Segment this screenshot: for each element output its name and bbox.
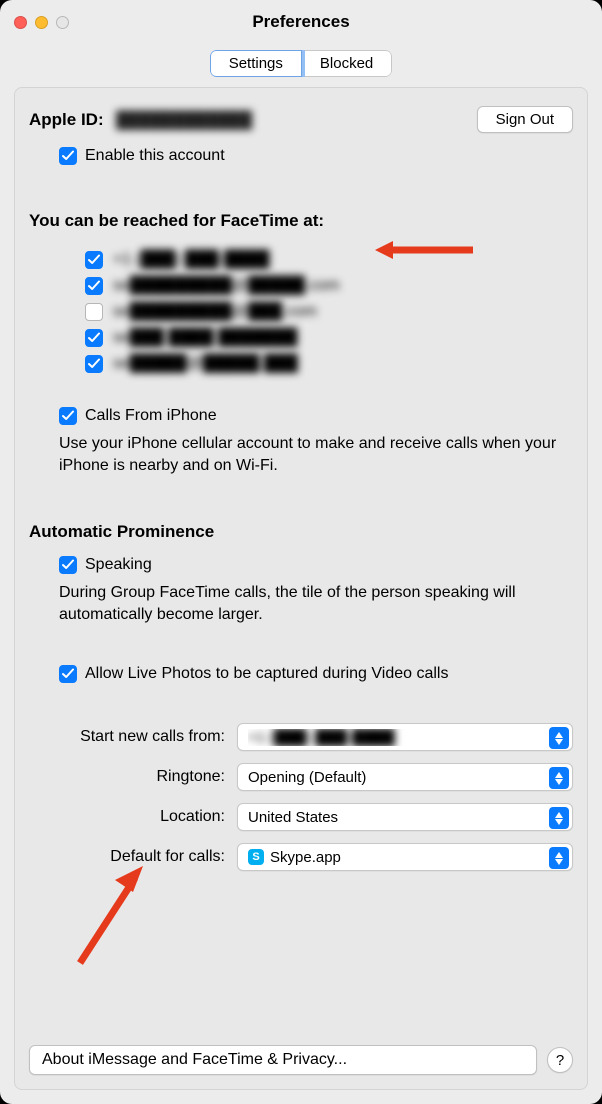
contact-value: +1 (███) ███-████ <box>113 251 269 269</box>
start-from-value: +1 (███) ███-████ <box>248 729 395 746</box>
contact-row: se█████@█████.███ <box>85 355 573 373</box>
chevron-updown-icon <box>549 807 569 829</box>
sign-out-button[interactable]: Sign Out <box>477 106 573 133</box>
settings-pane: Apple ID: ████████████ Sign Out Enable t… <box>14 87 588 1090</box>
calls-from-iphone-label: Calls From iPhone <box>85 407 217 425</box>
location-label: Location: <box>29 808 237 826</box>
tab-bar: Settings Blocked <box>0 44 602 87</box>
enable-account-label: Enable this account <box>85 147 225 165</box>
chevron-updown-icon <box>549 767 569 789</box>
location-select[interactable]: United States <box>237 803 573 831</box>
calls-from-iphone-desc: Use your iPhone cellular account to make… <box>59 433 563 476</box>
chevron-updown-icon <box>549 727 569 749</box>
contact-list: +1 (███) ███-████ se█████████@█████.com … <box>85 251 573 373</box>
contact-checkbox[interactable] <box>85 355 103 373</box>
skype-icon: S <box>248 849 264 865</box>
apple-id-value: ████████████ <box>116 112 252 129</box>
contact-checkbox[interactable] <box>85 303 103 321</box>
default-calls-value: Skype.app <box>270 849 341 866</box>
help-button[interactable]: ? <box>547 1047 573 1073</box>
contact-checkbox[interactable] <box>85 329 103 347</box>
location-value: United States <box>248 809 566 826</box>
auto-prominence-heading: Automatic Prominence <box>29 522 573 542</box>
speaking-label: Speaking <box>85 556 152 574</box>
tab-blocked[interactable]: Blocked <box>302 50 392 77</box>
about-privacy-button[interactable]: About iMessage and FaceTime & Privacy... <box>29 1045 537 1075</box>
chevron-updown-icon <box>549 847 569 869</box>
start-from-label: Start new calls from: <box>29 728 237 746</box>
contact-row: se███ ████ ███████ <box>85 329 573 347</box>
apple-id-row: Apple ID: ████████████ Sign Out <box>29 106 573 133</box>
contact-row: +1 (███) ███-████ <box>85 251 573 269</box>
speaking-checkbox[interactable] <box>59 556 77 574</box>
annotation-arrow-icon <box>65 858 155 973</box>
window-title: Preferences <box>0 12 602 32</box>
tab-settings[interactable]: Settings <box>210 50 302 77</box>
apple-id-label: Apple ID: <box>29 110 104 129</box>
live-photos-checkbox[interactable] <box>59 665 77 683</box>
live-photos-label: Allow Live Photos to be captured during … <box>85 665 448 683</box>
contact-value: se███ ████ ███████ <box>113 329 298 347</box>
contact-checkbox[interactable] <box>85 251 103 269</box>
contact-value: se█████@█████.███ <box>113 355 298 373</box>
enable-account-checkbox[interactable] <box>59 147 77 165</box>
default-calls-label: Default for calls: <box>29 848 237 866</box>
start-from-select[interactable]: +1 (███) ███-████ <box>237 723 573 751</box>
titlebar: Preferences <box>0 0 602 44</box>
default-calls-select[interactable]: S Skype.app <box>237 843 573 871</box>
reach-heading: You can be reached for FaceTime at: <box>29 211 573 231</box>
contact-value: se█████████@███.com <box>113 303 317 321</box>
auto-prominence-desc: During Group FaceTime calls, the tile of… <box>59 582 563 625</box>
ringtone-select[interactable]: Opening (Default) <box>237 763 573 791</box>
ringtone-label: Ringtone: <box>29 768 237 786</box>
contact-value: se█████████@█████.com <box>113 277 340 295</box>
ringtone-value: Opening (Default) <box>248 769 566 786</box>
contact-checkbox[interactable] <box>85 277 103 295</box>
preferences-window: Preferences Settings Blocked Apple ID: █… <box>0 0 602 1104</box>
contact-row: se█████████@███.com <box>85 303 573 321</box>
contact-row: se█████████@█████.com <box>85 277 573 295</box>
calls-from-iphone-checkbox[interactable] <box>59 407 77 425</box>
